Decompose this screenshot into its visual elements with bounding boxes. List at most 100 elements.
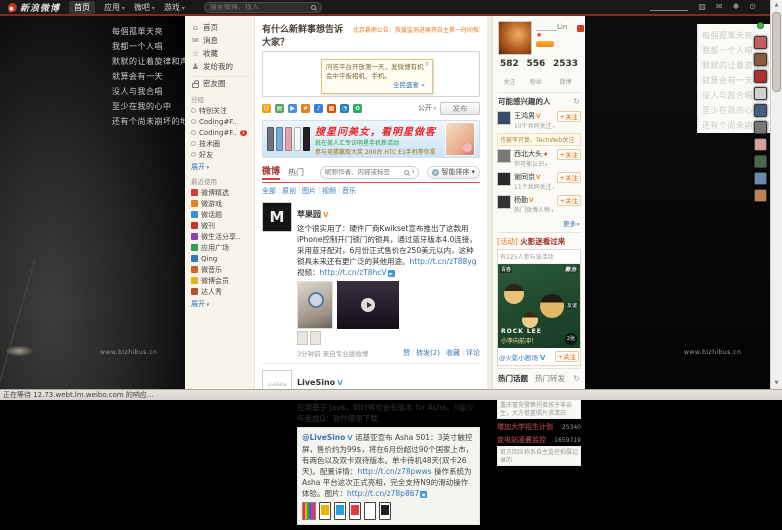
im-contact-avatar[interactable] (754, 138, 767, 151)
nav-search-box[interactable] (204, 2, 322, 13)
phone-thumbnail[interactable] (364, 502, 376, 520)
topic-link[interactable]: 变电站凌晨监控 (497, 435, 546, 445)
group-item[interactable]: 特别关注 (191, 105, 252, 116)
group-item[interactable]: Coding#F.. 1 (191, 127, 252, 138)
phone-thumbnail[interactable] (334, 502, 346, 520)
group-item[interactable]: Coding#F.. (191, 116, 252, 127)
quoted-link[interactable]: http://t.cn/z78p867 (347, 489, 419, 498)
compose-textarea[interactable]: 问答平台开放第一天，发微博有机会中平板相机、手机。 全民盛宴 » × (262, 51, 480, 97)
feed-search-input[interactable] (325, 169, 401, 176)
news-ticker[interactable]: 北京暴雨公告：救援监测进展将自主第一时间推送热门微博 (353, 25, 480, 34)
activity-header[interactable]: [活动] 火影迷看过来 (497, 236, 581, 247)
im-contact-avatar[interactable] (754, 53, 767, 66)
im-contact-avatar[interactable] (754, 155, 767, 168)
group-item[interactable]: 技术圈 (191, 138, 252, 149)
activity-account[interactable]: @火影小剧场V (499, 352, 545, 362)
suggest-more-link[interactable]: 更多» (497, 216, 581, 230)
app-item[interactable]: 达人秀 (191, 286, 252, 297)
sidebar-nav-item[interactable]: ✉ 消息 (191, 34, 252, 47)
follow-button[interactable]: +关注 (557, 149, 581, 160)
nav-search-input[interactable] (210, 4, 308, 11)
follow-button[interactable]: +关注 (557, 172, 581, 183)
profile-stat[interactable]: 2533微博 (553, 59, 578, 88)
nav-user-link[interactable] (650, 4, 688, 11)
post-link[interactable]: http://t.cn/zT8hcV (320, 268, 387, 277)
tab-hot-reposts[interactable]: 热门转发 (535, 373, 565, 384)
avatar[interactable] (497, 172, 511, 186)
feed-filter-link[interactable]: 音乐 (342, 186, 356, 196)
phone-thumbnail[interactable] (349, 502, 361, 520)
composer-icon[interactable]: ▤ (275, 104, 284, 113)
lock-product-photo[interactable] (297, 281, 333, 329)
avatar[interactable] (497, 111, 511, 125)
app-item[interactable]: 微话题 (191, 209, 252, 220)
search-icon[interactable] (311, 5, 316, 10)
activity-poster-image[interactable]: 青春 努力 友谊 ROCK LEE 小李向前冲！ 2张 (498, 264, 580, 348)
post-author[interactable]: LiveSino (297, 378, 335, 387)
tab-weibo[interactable]: 微博 (262, 164, 280, 180)
video-thumbnail[interactable] (337, 281, 399, 329)
avatar[interactable] (497, 195, 511, 209)
follow-button[interactable]: +关注 (555, 351, 579, 362)
post-action-link[interactable]: 评论 (466, 348, 480, 358)
phone-thumbnail[interactable] (319, 502, 331, 520)
im-contact-avatar[interactable] (754, 70, 767, 83)
quoted-link[interactable]: http://t.cn/z78pwws (357, 467, 431, 476)
feed-search-box[interactable]: ▾ (320, 166, 420, 179)
scroll-up-icon[interactable]: ▲ (771, 0, 782, 11)
avatar[interactable]: M (262, 202, 292, 232)
composer-icon[interactable]: ✿ (353, 104, 362, 113)
groups-expand-link[interactable]: 展开 (191, 162, 252, 172)
post-source[interactable]: 来自专业版微博 (323, 350, 369, 358)
profile-name[interactable]: ______Lin (536, 23, 580, 31)
scrollbar[interactable]: ▲ ▼ (770, 0, 782, 389)
profile-stat[interactable]: 582关注 (500, 59, 519, 88)
settings-icon[interactable]: ✱ (733, 3, 740, 11)
person-reason[interactable]: 热门微博人物 (514, 205, 554, 214)
person-reason[interactable]: 11个共同关注 (514, 182, 554, 191)
phone-colors-thumbnail[interactable] (302, 502, 316, 520)
person-name[interactable]: 杨勤V (514, 195, 554, 205)
avatar[interactable] (498, 21, 532, 55)
sidebar-item-close-friends[interactable]: 密友圈 (191, 76, 252, 90)
app-item[interactable]: 应用广场 (191, 242, 252, 253)
thumbnail-image[interactable] (297, 331, 308, 345)
sort-dropdown[interactable]: 智能排序 ▾ (427, 166, 480, 179)
sidebar-nav-item[interactable]: ⌂ 首页 (191, 21, 252, 34)
profile-stat[interactable]: 556粉丝 (526, 59, 545, 88)
app-item[interactable]: 微刊 (191, 220, 252, 231)
app-item[interactable]: 微音乐 (191, 264, 252, 275)
im-contact-avatar[interactable] (754, 189, 767, 202)
post-action-link[interactable]: 赞 (403, 348, 410, 358)
app-item[interactable]: 微博精选 (191, 187, 252, 198)
scrollbar-thumb[interactable] (772, 12, 781, 92)
nav-item-games[interactable]: 游戏 (164, 2, 185, 13)
im-contact-avatar[interactable] (754, 87, 767, 100)
person-name[interactable]: 王鸿男V (514, 111, 554, 121)
sidebar-nav-item[interactable]: ♟ 发给我的 (191, 60, 252, 73)
feed-filter-link[interactable]: 视频 (322, 186, 336, 196)
person-reason[interactable]: 你可能认识 (514, 159, 554, 168)
logout-icon[interactable]: ⊙ (749, 3, 756, 11)
online-status-icon[interactable] (757, 22, 764, 29)
person-name[interactable]: 谢同京V (514, 172, 554, 182)
refresh-icon[interactable]: ↻ (573, 374, 580, 383)
composer-icon[interactable]: ▶ (288, 104, 297, 113)
weibo-logo[interactable]: 新浪微博 (8, 1, 60, 14)
nav-item-weiba[interactable]: 微吧 (134, 2, 155, 13)
follow-button[interactable]: +关注 (557, 195, 581, 206)
search-icon[interactable] (404, 170, 409, 175)
thumbnail-image[interactable] (310, 331, 321, 345)
post-action-link[interactable]: 收藏 (446, 348, 460, 358)
composer-icon[interactable]: ▦ (327, 104, 336, 113)
tab-hot[interactable]: 热门 (288, 167, 304, 178)
avatar[interactable] (497, 149, 511, 163)
composer-icon[interactable]: ☺ (262, 104, 271, 113)
app-item[interactable]: 微生活分享.. (191, 231, 252, 242)
im-contact-avatar[interactable] (754, 172, 767, 185)
feed-filter-link[interactable]: 原创 (282, 186, 296, 196)
topic-link[interactable]: 增加大学招生计划 (497, 422, 553, 432)
mail-icon[interactable]: ✉ (716, 3, 723, 11)
composer-icon[interactable]: ◔ (340, 104, 349, 113)
follow-button[interactable]: +关注 (557, 111, 581, 122)
